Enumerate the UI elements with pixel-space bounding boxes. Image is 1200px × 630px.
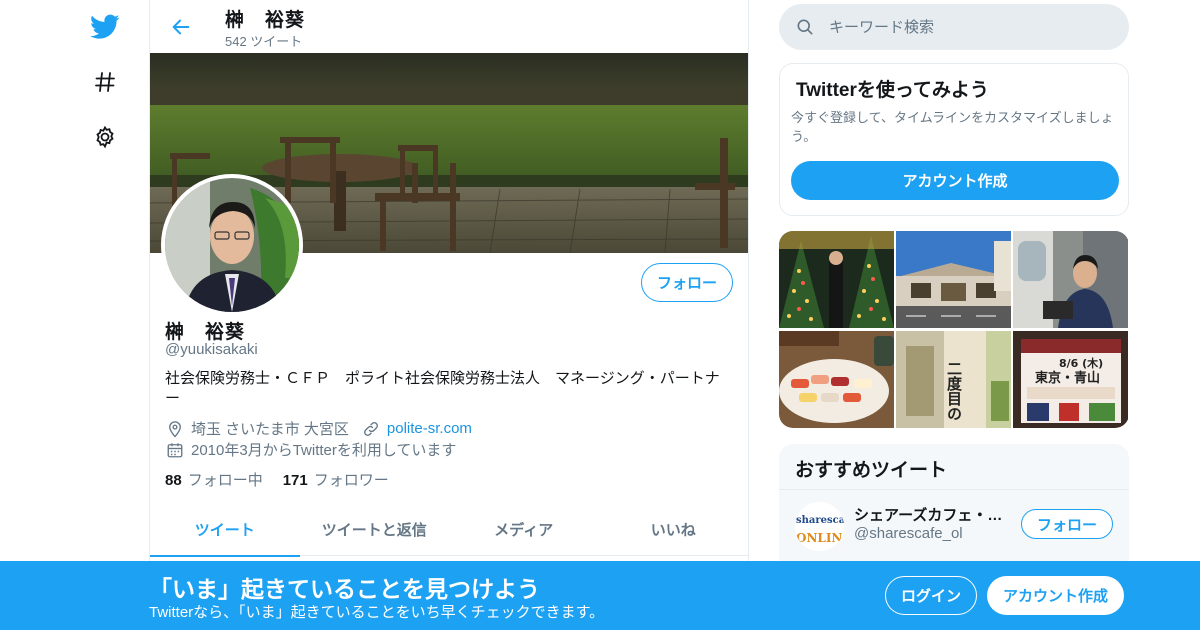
flyer-date-text: 8/6 (木) (1059, 356, 1103, 370)
bottom-bar-subtitle: Twitterなら、「いま」起きていることをいち早くチェックできます。 (149, 604, 605, 621)
search-input[interactable] (829, 18, 1109, 36)
signup-card: Twitterを使ってみよう 今すぐ登録して、タイムラインをカスタマイズしましょ… (779, 63, 1129, 216)
gear-icon[interactable] (85, 117, 125, 157)
login-button[interactable]: ログイン (885, 576, 977, 615)
search-box[interactable] (779, 4, 1129, 50)
link-icon (361, 419, 381, 439)
arrow-left-icon (172, 19, 190, 35)
followers-count: 171 (282, 472, 308, 489)
twitter-profile-page: 榊 裕葵 542 ツイート フォロー 榊 裕葵 @yuukisakaki 社会保… (0, 0, 1200, 630)
header-tweet-count: 542 ツイート (225, 34, 303, 49)
flyer-place-text: 東京・青山 (1035, 370, 1100, 386)
tab-likes[interactable]: いいね (599, 503, 749, 556)
recommended-title: おすすめツイート (795, 460, 948, 481)
profile-meta-joined-row: 2010年3月からTwitterを利用しています (165, 439, 456, 460)
location-pin-icon (165, 419, 185, 439)
avatar-text-top: sharescafe (796, 515, 844, 526)
recommended-account-handle: @sharescafe_ol (854, 525, 963, 542)
back-button[interactable] (164, 10, 198, 44)
media-photo-grid: 二度目の 8/6 (木) 東京・青山 (779, 231, 1129, 428)
followers-stat[interactable]: 171 フォロワー (283, 469, 389, 490)
recommended-account-name[interactable]: シェアーズカフェ・オンライン (854, 504, 1009, 525)
signup-card-title: Twitterを使ってみよう (796, 80, 989, 101)
bottom-bar-title: 「いま」起きていることを見つけよう (149, 576, 540, 602)
header-display-name: 榊 裕葵 (225, 10, 306, 31)
profile-joined-date: 2010年3月からTwitterを利用しています (191, 442, 457, 459)
search-icon (797, 19, 813, 35)
profile-handle: @yuukisakaki (165, 341, 258, 358)
bottom-signup-bar: 「いま」起きていることを見つけよう Twitterなら、「いま」起きていることを… (0, 561, 1200, 630)
following-stat[interactable]: 88 フォロー中 (165, 469, 263, 490)
tab-tweets-and-replies[interactable]: ツイートと返信 (300, 503, 450, 556)
profile-meta-location-row: 埼玉 さいたま市 大宮区 polite-sr.com (165, 418, 472, 439)
profile-avatar[interactable] (161, 174, 303, 316)
left-nav (80, 0, 130, 630)
following-count: 88 (165, 472, 182, 489)
tab-tweets[interactable]: ツイート (150, 503, 300, 557)
profile-location: 埼玉 さいたま市 大宮区 (191, 421, 349, 438)
twitter-bird-icon[interactable] (85, 7, 125, 47)
profile-header-bar: 榊 裕葵 542 ツイート (150, 0, 748, 53)
media-photo-5[interactable]: 二度目の (896, 331, 1011, 428)
media-photo-2[interactable] (896, 231, 1011, 328)
calendar-icon (165, 440, 185, 460)
book-title-text: 二度目の (945, 361, 963, 421)
profile-tabs: ツイート ツイートと返信 メディア いいね (150, 503, 749, 557)
profile-stats: 88 フォロー中 171 フォロワー (165, 469, 409, 490)
follow-button[interactable]: フォロー (641, 263, 733, 302)
profile-website-link[interactable]: polite-sr.com (387, 420, 472, 437)
media-photo-6[interactable]: 8/6 (木) 東京・青山 (1013, 331, 1128, 428)
profile-display-name: 榊 裕葵 (165, 322, 246, 343)
signup-card-description: 今すぐ登録して、タイムラインをカスタマイズしましょう。 (791, 110, 1114, 144)
following-label: フォロー中 (187, 472, 263, 489)
media-photo-4[interactable] (779, 331, 894, 428)
avatar-text-bottom: ONLINE (796, 531, 844, 545)
media-photo-1[interactable] (779, 231, 894, 328)
recommended-divider (779, 489, 1129, 490)
followers-label: フォロワー (313, 472, 389, 489)
media-photo-3[interactable] (1013, 231, 1128, 328)
profile-column: 榊 裕葵 542 ツイート フォロー 榊 裕葵 @yuukisakaki 社会保… (149, 0, 749, 630)
recommended-follow-button[interactable]: フォロー (1021, 509, 1113, 539)
tab-media[interactable]: メディア (449, 503, 599, 556)
bottom-create-account-button[interactable]: アカウント作成 (987, 576, 1124, 615)
recommended-account-avatar[interactable]: sharescafe ONLINE (795, 502, 844, 551)
profile-bio: 社会保険労務士・ＣＦＰ ポライト社会保険労務士法人 マネージング・パートナー (165, 370, 720, 407)
hashtag-icon[interactable] (85, 62, 125, 102)
create-account-button[interactable]: アカウント作成 (791, 161, 1119, 200)
